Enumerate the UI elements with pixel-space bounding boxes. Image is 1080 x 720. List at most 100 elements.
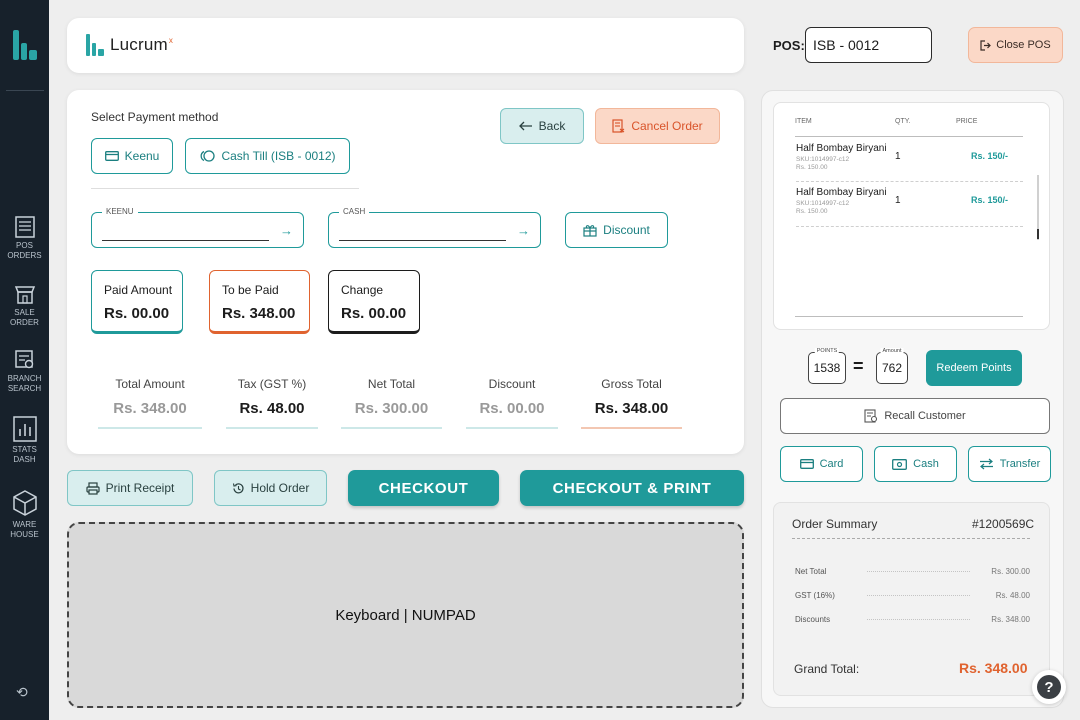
net-total-summary: Net Total Rs. 300.00 [341, 377, 442, 417]
cash-amount-input[interactable]: CASH → [328, 207, 541, 248]
points-amount-input[interactable]: Amount 762 [876, 348, 908, 384]
cancel-order-label: Cancel Order [631, 119, 703, 133]
cart-scroll-thumb[interactable] [1037, 229, 1039, 239]
cart-item-row[interactable]: Half Bombay Biryani SKU:1014997-c12 Rs. … [796, 143, 1026, 171]
keenu-amount-input[interactable]: KEENU → [91, 207, 304, 248]
cash-payment-button[interactable]: Cash [874, 446, 957, 482]
sidebar-item-sale-order[interactable]: SALE ORDER [0, 283, 49, 328]
checkout-print-button[interactable]: CHECKOUT & PRINT [520, 470, 744, 506]
keenu-method-button[interactable]: Keenu [91, 138, 173, 174]
redeem-points-button[interactable]: Redeem Points [926, 350, 1022, 386]
cash-input-line [339, 240, 506, 241]
sidebar-item-label: ORDER [10, 318, 39, 327]
arrow-right-icon[interactable]: → [280, 224, 293, 237]
points-amount-value: 762 [881, 361, 903, 375]
back-label: Back [538, 119, 566, 133]
cash-till-method-button[interactable]: Cash Till (ISB - 0012) [185, 138, 350, 174]
discount-summary: Discount Rs. 00.00 [466, 377, 558, 417]
hold-order-button[interactable]: Hold Order [214, 470, 327, 506]
coins-icon [201, 150, 216, 162]
cash-field-label: CASH [339, 207, 370, 216]
checkout-button[interactable]: CHECKOUT [348, 470, 499, 506]
change-label: Change [341, 283, 384, 297]
cart-row-divider [796, 226, 1023, 227]
order-summary-title: Order Summary [792, 517, 878, 531]
sidebar-item-label: HOUSE [10, 530, 39, 539]
paid-amount-box: Paid Amount Rs. 00.00 [91, 270, 183, 334]
summary-row-value: Rs. 348.00 [991, 615, 1030, 624]
sale-order-icon [14, 286, 35, 304]
summary-label: Tax (GST %) [237, 377, 307, 391]
sync-icon[interactable]: ⟲ [16, 684, 28, 701]
cart-header-price: PRICE [956, 118, 978, 125]
card-icon [104, 151, 119, 161]
transfer-payment-button[interactable]: Transfer [968, 446, 1051, 482]
cart-header-qty: QTY. [895, 118, 911, 125]
cash-payment-label: Cash [913, 458, 939, 470]
sidebar-item-branch-search[interactable]: BRANCH SEARCH [0, 349, 49, 394]
to-be-paid-value: Rs. 348.00 [222, 305, 296, 322]
pos-label: POS: [773, 38, 805, 53]
summary-label: Net Total [367, 377, 416, 391]
pos-input[interactable]: ISB - 0012 [805, 27, 932, 63]
cart-item-unit-price: Rs. 150.00 [796, 208, 828, 215]
summary-value: Rs. 300.00 [354, 400, 429, 417]
print-receipt-button[interactable]: Print Receipt [67, 470, 193, 506]
close-pos-button[interactable]: Close POS [968, 27, 1063, 63]
cart-item-qty: 1 [895, 151, 901, 162]
help-button[interactable]: ? [1032, 670, 1066, 704]
cart-header-divider [795, 136, 1023, 137]
discount-button[interactable]: Discount [565, 212, 668, 248]
points-input[interactable]: POINTS 1538 [808, 348, 846, 384]
change-box: Change Rs. 00.00 [328, 270, 420, 334]
recall-customer-label: Recall Customer [884, 410, 966, 422]
card-payment-button[interactable]: Card [780, 446, 863, 482]
cart-header-item: ITEM [795, 118, 812, 125]
lucrum-logo-icon[interactable] [12, 30, 38, 60]
payment-method-title: Select Payment method [91, 110, 219, 124]
cart-footer-divider [795, 316, 1023, 317]
sidebar-item-stats-dash[interactable]: STATS DASH [0, 416, 49, 465]
cash-icon [892, 458, 908, 470]
cancel-order-button[interactable]: Cancel Order [595, 108, 720, 144]
sidebar-item-warehouse[interactable]: WARE HOUSE [0, 489, 49, 540]
cart-item-qty: 1 [895, 195, 901, 206]
sidebar-item-pos-orders[interactable]: POS ORDERS [0, 216, 49, 261]
cart-item-price: Rs. 150/- [971, 151, 1009, 161]
method-divider [91, 188, 359, 189]
summary-row-label: Net Total [795, 567, 827, 576]
keenu-input-line [102, 240, 269, 241]
tax-summary: Tax (GST %) Rs. 48.00 [226, 377, 318, 417]
paid-amount-label: Paid Amount [104, 283, 173, 297]
keenu-method-label: Keenu [124, 149, 160, 163]
summary-row-gst: GST (16%) Rs. 48.00 [795, 591, 1030, 600]
grand-total-value: Rs. 348.00 [959, 660, 1028, 676]
summary-row-label: Discounts [795, 615, 831, 624]
summary-label: Discount [488, 377, 536, 391]
history-icon [232, 482, 244, 493]
cart-item-row[interactable]: Half Bombay Biryani SKU:1014997-c12 Rs. … [796, 187, 1026, 215]
points-label: POINTS [814, 348, 840, 354]
recall-customer-button[interactable]: Recall Customer [780, 398, 1050, 434]
sidebar-item-label: ORDERS [7, 251, 42, 260]
pos-orders-icon [14, 216, 35, 238]
summary-value: Rs. 348.00 [113, 400, 187, 417]
back-button[interactable]: Back [500, 108, 584, 144]
arrow-right-icon[interactable]: → [517, 224, 530, 237]
order-id: #1200569C [972, 517, 1035, 531]
gift-icon [583, 224, 597, 237]
transfer-icon [979, 458, 993, 470]
keyboard-numpad-area[interactable]: Keyboard | NUMPAD [67, 522, 744, 708]
cash-till-method-label: Cash Till (ISB - 0012) [221, 149, 336, 163]
summary-underline [341, 427, 442, 429]
brand-name: Lucrumx [110, 35, 174, 54]
logout-icon [980, 39, 992, 51]
brand-logo: Lucrumx [86, 34, 173, 56]
summary-row-label: GST (16%) [795, 591, 835, 600]
card-icon [799, 459, 814, 469]
customer-search-icon [864, 409, 878, 423]
summary-underline [98, 427, 202, 429]
back-arrow-icon [518, 121, 532, 131]
summary-value: Rs. 00.00 [479, 400, 545, 417]
card-payment-label: Card [819, 458, 844, 470]
